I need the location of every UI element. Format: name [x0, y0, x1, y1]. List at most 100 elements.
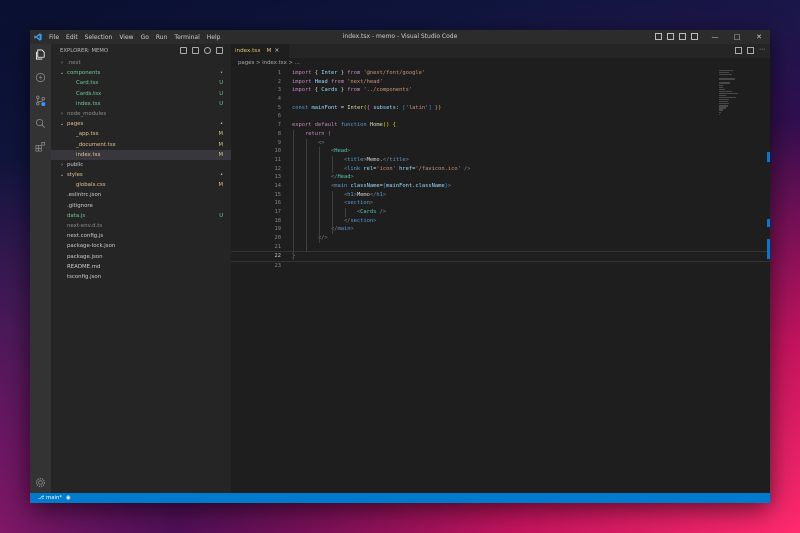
minimap-line	[719, 74, 732, 76]
menu-item-file[interactable]: File	[49, 34, 59, 41]
tree-file[interactable]: next.config.js	[51, 231, 231, 241]
code-token: }	[337, 70, 348, 76]
tree-file[interactable]: Card.tsx U	[51, 78, 231, 88]
code-token: import	[292, 87, 315, 94]
tree-file[interactable]: .eslintrc.json	[51, 190, 231, 200]
tree-item-label: .eslintrc.json	[67, 192, 102, 199]
tree-file[interactable]: _document.tsx M	[51, 140, 231, 150]
minimap-line	[719, 82, 731, 84]
tab-close-icon[interactable]: ×	[274, 47, 279, 54]
minimize-icon[interactable]: —	[704, 30, 726, 44]
chevron-right-icon[interactable]: ›	[59, 58, 65, 68]
menu-item-go[interactable]: Go	[141, 34, 149, 41]
menu-item-terminal[interactable]: Terminal	[174, 34, 199, 41]
branch-indicator[interactable]: ⎇ main*	[38, 493, 62, 503]
menu-item-help[interactable]: Help	[207, 34, 221, 41]
tree-file[interactable]: next-env.d.ts	[51, 221, 231, 231]
run-debug-icon[interactable]	[35, 118, 46, 129]
chevron-down-icon[interactable]: ⌄	[59, 170, 65, 180]
tree-folder[interactable]: ⌄ styles •	[51, 170, 231, 180]
chevron-down-icon[interactable]: ⌄	[59, 68, 65, 78]
search-icon[interactable]	[35, 72, 46, 83]
explorer-icon[interactable]	[35, 49, 46, 60]
chevron-right-icon[interactable]: ›	[59, 109, 65, 119]
new-folder-icon[interactable]	[192, 47, 199, 54]
tree-folder[interactable]: ⌄ components •	[51, 68, 231, 78]
chevron-right-icon[interactable]: ›	[59, 160, 65, 170]
menu-item-edit[interactable]: Edit	[66, 34, 78, 41]
close-icon[interactable]: ✕	[748, 30, 770, 44]
scrollbar-marker	[767, 219, 770, 227]
scrollbar-marker	[767, 152, 770, 162]
chevron-down-icon[interactable]: ⌄	[59, 119, 65, 129]
code-line: 20 </>	[231, 234, 770, 243]
code-line: 1 import { Inter } from '@next/font/googl…	[231, 69, 770, 78]
manage-gear-icon[interactable]	[35, 477, 46, 488]
line-number: 20	[274, 235, 282, 242]
collapse-all-icon[interactable]	[216, 47, 223, 54]
git-status-badge: M	[218, 141, 223, 148]
tree-folder[interactable]: › .next	[51, 58, 231, 68]
menu-item-selection[interactable]: Selection	[85, 34, 113, 41]
minimap-line	[719, 99, 730, 101]
code-token: >	[350, 226, 354, 233]
split-editor-icon[interactable]	[747, 47, 754, 54]
vscode-logo-icon[interactable]	[34, 33, 42, 41]
tree-item-label: tsconfig.json	[67, 273, 102, 280]
git-status-badge: M	[218, 182, 223, 189]
git-status-badge: M	[218, 151, 223, 158]
tree-folder[interactable]: ⌄ pages •	[51, 119, 231, 129]
source-control-icon[interactable]	[35, 95, 46, 106]
line-number: 2	[277, 78, 281, 85]
minimap-line	[719, 109, 723, 111]
refresh-icon[interactable]	[204, 47, 211, 54]
toggle-panel-icon[interactable]	[667, 33, 674, 40]
indent-guide	[332, 156, 333, 174]
toggle-secondary-sidebar-icon[interactable]	[679, 33, 686, 40]
new-file-icon[interactable]	[180, 47, 187, 54]
code-editor[interactable]: 1 import { Inter } from '@next/font/googl…	[231, 69, 770, 271]
sync-icon[interactable]: ◉	[66, 493, 71, 503]
tree-file[interactable]: Cards.tsx U	[51, 89, 231, 99]
toggle-primary-sidebar-icon[interactable]	[655, 33, 662, 40]
explorer-title: EXPLORER: MEMO	[60, 48, 109, 54]
menu-item-run[interactable]: Run	[156, 34, 168, 41]
tree-folder[interactable]: › node_modules	[51, 109, 231, 119]
extensions-icon[interactable]	[35, 141, 46, 152]
tree-file[interactable]: globals.css M	[51, 180, 231, 190]
tree-file[interactable]: index.tsx U	[51, 99, 231, 109]
tree-folder[interactable]: › public	[51, 160, 231, 170]
customize-layout-icon[interactable]	[691, 33, 698, 40]
menu-item-view[interactable]: View	[119, 34, 133, 41]
line-number: 5	[277, 104, 281, 111]
line-number: 8	[277, 130, 281, 137]
tree-file[interactable]: .gitignore	[51, 201, 231, 211]
tree-file[interactable]: package-lock.json	[51, 241, 231, 251]
code-token: '/favicon.ico'	[415, 165, 461, 172]
editor-scrollbar[interactable]	[767, 69, 770, 493]
more-actions-icon[interactable]: ⋯	[759, 47, 766, 54]
tree-file[interactable]: README.md	[51, 262, 231, 272]
tree-file[interactable]: _app.tsx M	[51, 129, 231, 139]
file-tree: › .next ⌄ components • Card.tsx U Cards.tsx Uind…	[51, 58, 231, 282]
code-line: 2 import Head from 'next/head'	[231, 78, 770, 87]
tab-label: index.tsx	[235, 48, 261, 54]
tree-file[interactable]: data.js U	[51, 211, 231, 221]
code-text: <Head>	[292, 147, 350, 156]
code-token: import	[292, 78, 315, 85]
tab-index-tsx[interactable]: index.tsx M ×	[231, 44, 289, 58]
code-token: />	[460, 165, 471, 172]
tree-file[interactable]: index.tsx M	[51, 149, 231, 160]
code-token: mainFont	[311, 104, 338, 111]
code-token: title	[347, 156, 364, 163]
minimap[interactable]	[719, 70, 743, 115]
tree-file[interactable]: package.json	[51, 252, 231, 262]
maximize-icon[interactable]: □	[726, 30, 748, 44]
breadcrumb[interactable]: pages > index.tsx > ...	[231, 58, 770, 68]
tree-item-label: next-env.d.ts	[67, 223, 103, 229]
tree-file[interactable]: tsconfig.json	[51, 272, 231, 282]
open-changes-icon[interactable]	[735, 47, 742, 54]
